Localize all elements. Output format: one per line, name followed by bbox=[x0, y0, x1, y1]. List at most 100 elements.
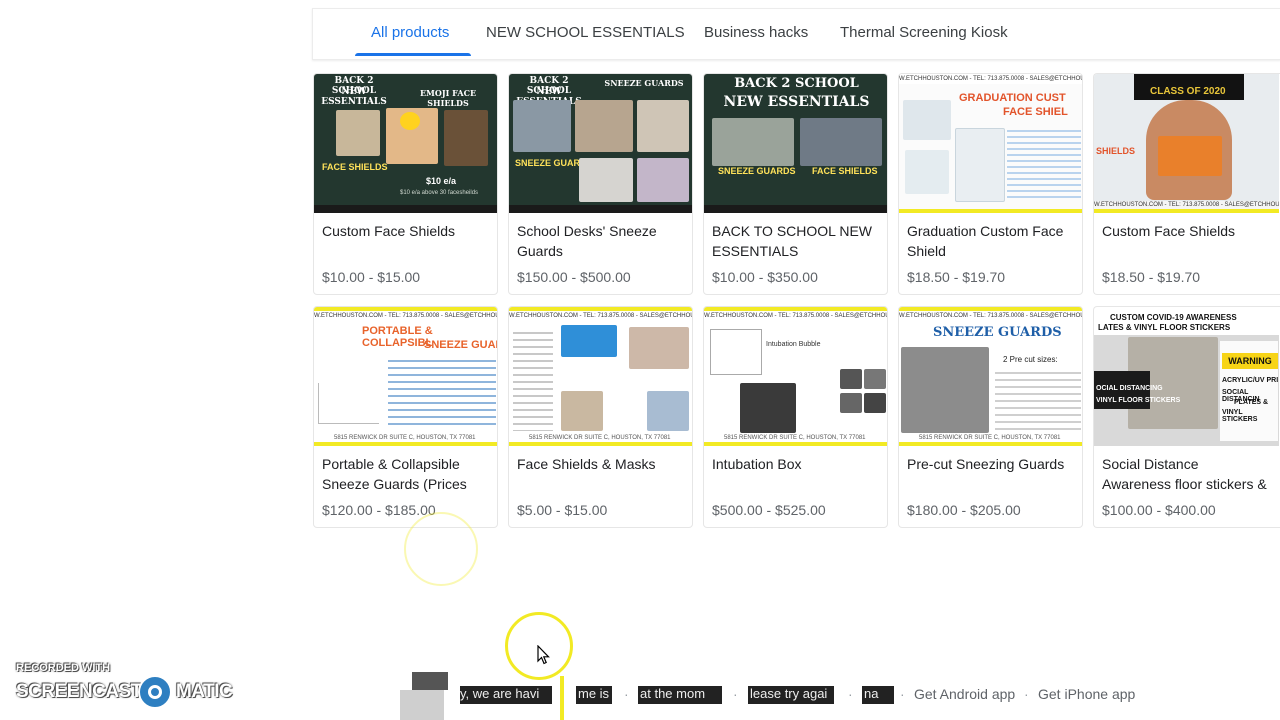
product-image: CLASS OF 2020 SHIELDS W.ETCHHOUSTON.COM … bbox=[1094, 74, 1279, 213]
product-card[interactable]: W.ETCHHOUSTON.COM - TEL: 713.875.0008 - … bbox=[898, 73, 1083, 295]
text-lines bbox=[995, 367, 1081, 431]
thumb-note: $10 e/a bbox=[426, 176, 457, 186]
product-image: W.ETCHHOUSTON.COM - TEL: 713.875.0008 - … bbox=[899, 74, 1082, 213]
yellow-band bbox=[1094, 209, 1279, 213]
cap-text: CLASS OF 2020 bbox=[1150, 86, 1226, 97]
product-card[interactable]: BACK 2 SCHOOL NEW ESSENTIALS SNEEZE GUAR… bbox=[508, 73, 693, 295]
thumb-heading: NEW ESSENTIALS bbox=[321, 87, 387, 107]
product-image: BACK 2 SCHOOL NEW ESSENTIALS SNEEZE GUAR… bbox=[509, 74, 692, 213]
thumb-footer bbox=[314, 205, 497, 213]
get-android-app-link[interactable]: Get Android app bbox=[914, 686, 1015, 702]
text-lines bbox=[388, 355, 496, 429]
product-title[interactable]: Face Shields & Masks bbox=[517, 454, 685, 474]
footer-fragment: na bbox=[864, 686, 879, 701]
product-title[interactable]: BACK TO SCHOOL NEW ESSENTIALS bbox=[712, 221, 880, 261]
footer-separator: · bbox=[624, 686, 629, 702]
watermark-brand-right: MATIC bbox=[176, 681, 233, 702]
product-image: BACK 2 SCHOOL NEW ESSENTIALS SNEEZE GUAR… bbox=[704, 74, 887, 213]
yellow-band bbox=[899, 442, 1082, 446]
product-title[interactable]: Social Distance Awareness floor stickers… bbox=[1102, 454, 1270, 494]
product-card[interactable]: W.ETCHHOUSTON.COM - TEL: 713.875.0008 - … bbox=[313, 306, 498, 528]
thumb-footer-text: 5815 RENWICK DR SUITE C, HOUSTON, TX 770… bbox=[529, 435, 671, 441]
product-image: BACK 2 SCHOOL NEW ESSENTIALS EMOJI FACE … bbox=[314, 74, 497, 213]
thumb-caption: FACE SHIELDS bbox=[322, 162, 388, 172]
thumb-note: 2 Pre cut sizes: bbox=[1003, 355, 1058, 364]
tab-new-school-essentials[interactable]: NEW SCHOOL ESSENTIALS bbox=[486, 9, 685, 57]
footer-separator: · bbox=[733, 686, 738, 702]
thumb-footer bbox=[704, 205, 887, 213]
mask-photo bbox=[647, 391, 689, 431]
yellow-band bbox=[704, 442, 887, 446]
tab-thermal-screening-kiosk[interactable]: Thermal Screening Kiosk bbox=[840, 9, 1008, 57]
classroom-photo bbox=[637, 100, 689, 152]
product-title[interactable]: Custom Face Shields bbox=[322, 221, 490, 241]
yellow-band bbox=[509, 442, 692, 446]
footer-fragment: y, we are havi bbox=[460, 686, 540, 701]
thumb-heading: LATES & VINYL FLOOR STICKERS bbox=[1098, 323, 1231, 332]
footer-fragment: at the mom bbox=[640, 686, 706, 701]
product-card[interactable]: W.ETCHHOUSTON.COM - TEL: 713.875.0008 - … bbox=[898, 306, 1083, 528]
product-card[interactable]: BACK 2 SCHOOL NEW ESSENTIALS EMOJI FACE … bbox=[313, 73, 498, 295]
product-photo bbox=[840, 393, 862, 413]
product-title[interactable]: School Desks' Sneeze Guards bbox=[517, 221, 685, 261]
text-lines bbox=[1007, 126, 1081, 198]
thumb-footer-text: 5815 RENWICK DR SUITE C, HOUSTON, TX 770… bbox=[919, 435, 1061, 441]
footer-separator: · bbox=[900, 686, 905, 702]
thumb-heading: NEW ESSENTIALS bbox=[723, 94, 870, 110]
product-card[interactable]: CLASS OF 2020 SHIELDS W.ETCHHOUSTON.COM … bbox=[1093, 73, 1280, 295]
product-image: W.ETCHHOUSTON.COM - TEL: 713.875.0008 - … bbox=[509, 307, 693, 446]
classroom-photo bbox=[575, 100, 633, 152]
thumb-url: W.ETCHHOUSTON.COM - TEL: 713.875.0008 - … bbox=[509, 311, 693, 321]
thumb-side-text: ACRYLIC/UV PRI bbox=[1222, 377, 1279, 384]
product-image: W.ETCHHOUSTON.COM - TEL: 713.875.0008 - … bbox=[899, 307, 1082, 446]
product-photo bbox=[864, 369, 886, 389]
thumb-footer bbox=[509, 205, 692, 213]
tab-all-products[interactable]: All products bbox=[371, 9, 449, 57]
classroom-photo bbox=[637, 158, 689, 202]
emoji-icon bbox=[400, 112, 420, 130]
footer-separator: · bbox=[848, 686, 853, 702]
product-title[interactable]: Graduation Custom Face Shield bbox=[907, 221, 1075, 261]
watermark-logo-icon bbox=[138, 675, 172, 709]
get-iphone-app-link[interactable]: Get iPhone app bbox=[1038, 686, 1135, 702]
product-title[interactable]: Intubation Box bbox=[712, 454, 880, 474]
box-diagram bbox=[710, 329, 762, 375]
thumb-footer-text: 5815 RENWICK DR SUITE C, HOUSTON, TX 770… bbox=[724, 435, 866, 441]
product-price: $18.50 - $19.70 bbox=[1102, 269, 1201, 285]
thumb-caption: FACE SHIELDS bbox=[812, 166, 878, 176]
cursor-highlight-trail bbox=[560, 676, 564, 720]
product-price: $18.50 - $19.70 bbox=[907, 269, 1006, 285]
yellow-band bbox=[314, 442, 497, 446]
warning-sign: WARNING bbox=[1222, 353, 1278, 369]
product-price: $150.00 - $500.00 bbox=[517, 269, 631, 285]
face-mask bbox=[1158, 136, 1222, 176]
product-title[interactable]: Pre-cut Sneezing Guards bbox=[907, 454, 1075, 474]
thumb-side-text: PLATES & bbox=[1234, 399, 1269, 406]
thumb-heading: SNEEZE GUAI bbox=[424, 339, 498, 351]
thumb-heading: SNEEZE GUARDS bbox=[604, 78, 684, 88]
product-title[interactable]: Custom Face Shields bbox=[1102, 221, 1270, 241]
thumb-url: W.ETCHHOUSTON.COM - TEL: 713.875.0008 - … bbox=[704, 311, 888, 321]
thumb-url: W.ETCHHOUSTON.COM - TEL: 713.875.0008 - … bbox=[314, 311, 498, 321]
product-price: $500.00 - $525.00 bbox=[712, 502, 826, 518]
face-shield-photo bbox=[561, 391, 603, 431]
product-price: $10.00 - $350.00 bbox=[712, 269, 818, 285]
classroom-photo bbox=[800, 118, 882, 166]
product-card[interactable]: BACK 2 SCHOOL NEW ESSENTIALS SNEEZE GUAR… bbox=[703, 73, 888, 295]
classroom-photo bbox=[579, 158, 633, 202]
product-image: W.ETCHHOUSTON.COM - TEL: 713.875.0008 - … bbox=[314, 307, 498, 446]
mask-photo bbox=[629, 327, 689, 369]
thumb-side-text: OCIAL DISTANCING bbox=[1096, 385, 1163, 392]
product-title[interactable]: Portable & Collapsible Sneeze Guards (Pr… bbox=[322, 454, 490, 494]
thumb-side-text: VINYL FLOOR STICKERS bbox=[1096, 397, 1181, 404]
redacted-block bbox=[400, 690, 444, 720]
product-price: $5.00 - $15.00 bbox=[517, 502, 608, 518]
product-card[interactable]: W.ETCHHOUSTON.COM - TEL: 713.875.0008 - … bbox=[703, 306, 888, 528]
product-card[interactable]: W.ETCHHOUSTON.COM - TEL: 713.875.0008 - … bbox=[508, 306, 693, 528]
tab-business-hacks[interactable]: Business hacks bbox=[704, 9, 808, 57]
face-shield-photo bbox=[903, 100, 951, 140]
product-card[interactable]: CUSTOM COVID-19 AWARENESS LATES & VINYL … bbox=[1093, 306, 1280, 528]
thumb-side-text: VINYL STICKERS bbox=[1222, 409, 1258, 423]
active-tab-indicator bbox=[355, 53, 471, 56]
product-price: $180.00 - $205.00 bbox=[907, 502, 1021, 518]
